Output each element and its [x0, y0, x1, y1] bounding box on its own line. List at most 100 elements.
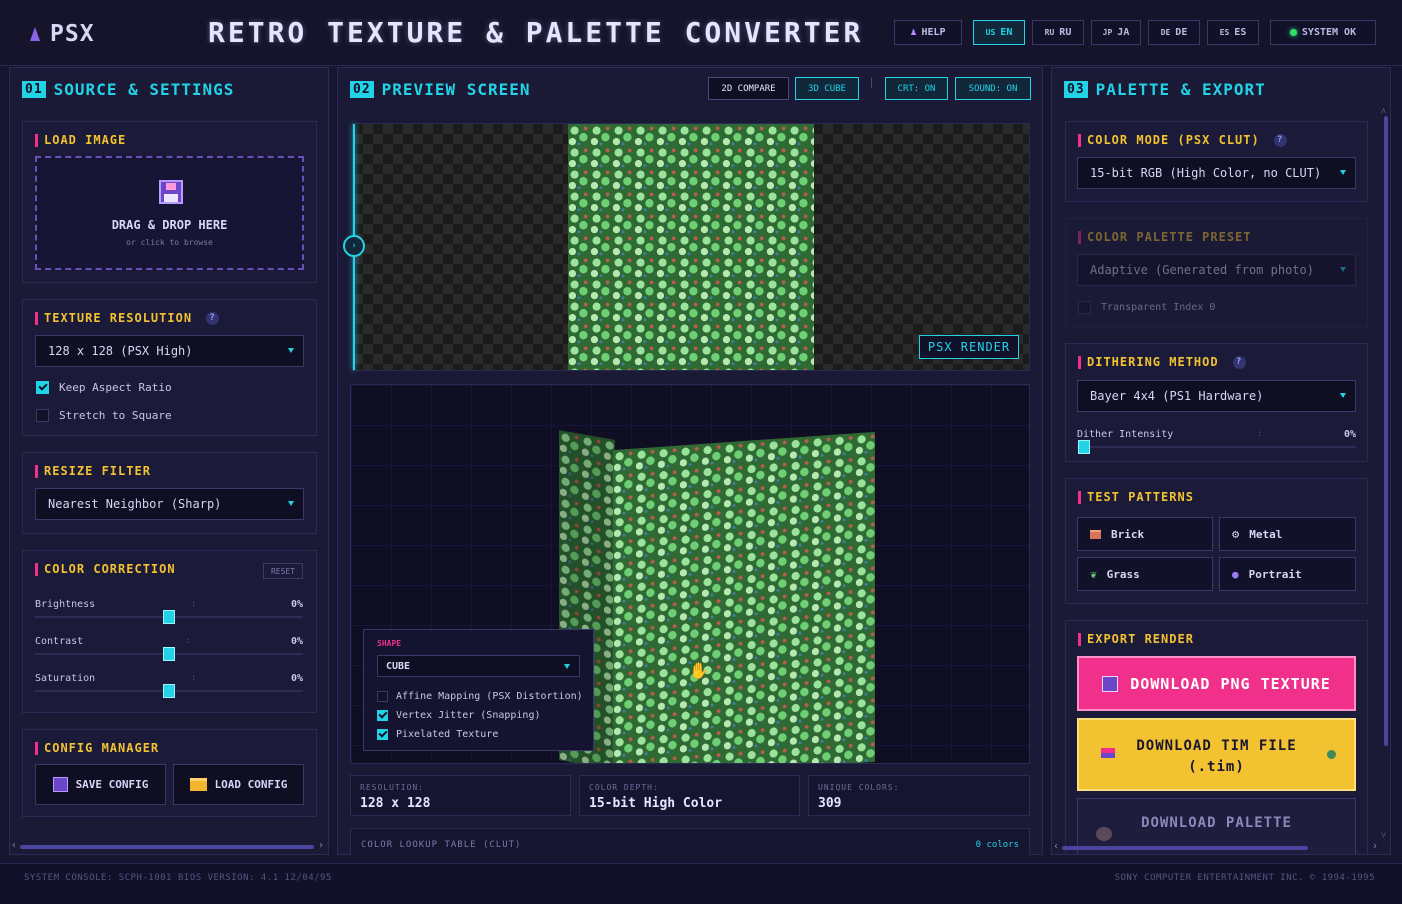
help-button[interactable]: ♟ HELP	[894, 20, 962, 45]
reset-button[interactable]: RESET	[263, 563, 303, 579]
chevron-down-icon	[1340, 393, 1346, 398]
floppy-icon	[1102, 675, 1119, 692]
floppy-icon	[52, 777, 68, 792]
affine-mapping-checkbox[interactable]: Affine Mapping (PSX Distortion)	[377, 691, 583, 702]
coin-icon	[1327, 750, 1336, 759]
floppy-icon	[159, 180, 183, 204]
help-question-icon[interactable]: ?	[1232, 355, 1246, 369]
drop-text: DRAG & DROP HERE	[111, 218, 228, 232]
save-config-button[interactable]: SAVE CONFIG	[35, 764, 166, 805]
crt-toggle-button[interactable]: CRT: ON	[885, 77, 948, 100]
resolution-select[interactable]: 128 x 128 (PSX High)	[35, 335, 304, 367]
logo-triangle-icon	[30, 27, 40, 41]
gear-icon: ⚙	[1232, 527, 1240, 541]
scroll-right-icon[interactable]: ›	[318, 840, 324, 851]
app-title: RETRO TEXTURE & PALETTE CONVERTER	[208, 16, 864, 49]
chevron-down-icon	[288, 348, 294, 353]
psx-render-label: PSX RENDER	[919, 335, 1019, 359]
test-patterns-title: TEST PATTERNS	[1078, 490, 1194, 504]
mode-3d-cube-button[interactable]: 3D CUBE	[795, 77, 859, 100]
config-manager-title: CONFIG MANAGER	[35, 741, 159, 755]
info-unique-colors: UNIQUE COLORS: 309	[808, 775, 1030, 816]
cube-face-front	[613, 431, 875, 763]
cursor-hand-icon: ✋	[689, 661, 709, 680]
config-manager-card: CONFIG MANAGER SAVE CONFIG LOAD CONFIG	[22, 729, 317, 817]
slider-thumb[interactable]	[163, 684, 175, 698]
palette-preset-select[interactable]: Adaptive (Generated from photo)	[1077, 254, 1356, 286]
slider-thumb[interactable]	[163, 610, 175, 624]
clut-count: 0 colors	[975, 840, 1019, 850]
3d-viewport[interactable]: ✋ SHAPE CUBE Affine Mapping (PSX Distort…	[350, 384, 1030, 764]
checkbox-checked-icon	[377, 729, 388, 740]
lang-ja-button[interactable]: JP JA	[1091, 20, 1141, 45]
brightness-slider[interactable]: Brightness : 0%	[35, 599, 303, 629]
info-color-depth: COLOR DEPTH: 15-bit High Color	[579, 775, 800, 816]
joystick-icon: ♟	[910, 27, 917, 38]
logo-text: PSX	[50, 21, 95, 47]
scroll-up-icon[interactable]: ˄	[1381, 106, 1386, 117]
pixelated-texture-checkbox[interactable]: Pixelated Texture	[377, 729, 498, 740]
dithering-card: DITHERING METHOD? Bayer 4x4 (PS1 Hardwar…	[1065, 343, 1368, 462]
resize-filter-select[interactable]: Nearest Neighbor (Sharp)	[35, 488, 304, 520]
stretch-square-checkbox[interactable]: Stretch to Square	[36, 409, 172, 422]
scroll-down-icon[interactable]: ˅	[1381, 830, 1386, 841]
lang-de-button[interactable]: DE DE	[1148, 20, 1200, 45]
preview-panel: 02 PREVIEW SCREEN 2D COMPARE 3D CUBE CRT…	[337, 67, 1043, 855]
lang-en-button[interactable]: US EN	[973, 20, 1025, 45]
checkbox-checked-icon	[377, 710, 388, 721]
system-status: SYSTEM OK	[1270, 20, 1376, 45]
color-correction-title: COLOR CORRECTION	[35, 562, 176, 576]
sound-toggle-button[interactable]: SOUND: ON	[955, 77, 1031, 100]
pattern-metal-button[interactable]: ⚙ Metal	[1219, 517, 1356, 551]
pattern-grass-button[interactable]: ❦ Grass	[1077, 557, 1213, 591]
transparent-index-checkbox[interactable]: Transparent Index 0	[1078, 301, 1215, 314]
compare-view[interactable]: › PSX RENDER	[343, 123, 1030, 371]
keep-aspect-checkbox[interactable]: Keep Aspect Ratio	[36, 381, 172, 394]
mode-2d-compare-button[interactable]: 2D COMPARE	[708, 77, 789, 100]
drop-zone[interactable]: DRAG & DROP HERE or click to browse	[35, 156, 304, 270]
clut-section: COLOR LOOKUP TABLE (CLUT) 0 colors	[350, 828, 1030, 855]
folder-icon	[189, 778, 207, 791]
slider-thumb[interactable]	[1078, 440, 1090, 454]
contrast-slider[interactable]: Contrast : 0%	[35, 636, 303, 666]
chevron-down-icon	[1340, 267, 1346, 272]
pattern-portrait-button[interactable]: ● Portrait	[1219, 557, 1356, 591]
lang-es-button[interactable]: ES ES	[1207, 20, 1259, 45]
chevron-down-icon	[564, 664, 570, 669]
lang-ru-button[interactable]: RU RU	[1032, 20, 1084, 45]
scroll-right-icon[interactable]: ›	[1372, 841, 1378, 852]
checkbox-empty-icon	[36, 409, 49, 422]
load-image-title: LOAD IMAGE	[35, 133, 126, 147]
browse-text: or click to browse	[126, 238, 213, 247]
slider-track	[1077, 446, 1356, 448]
color-correction-card: COLOR CORRECTION RESET Brightness : 0% C…	[22, 550, 317, 713]
vertex-jitter-checkbox[interactable]: Vertex Jitter (Snapping)	[377, 710, 541, 721]
download-tim-button[interactable]: DOWNLOAD TIM FILE (.tim)	[1077, 718, 1356, 791]
leaf-icon: ❦	[1090, 567, 1097, 581]
checkbox-empty-icon	[377, 691, 388, 702]
slider-thumb[interactable]	[163, 647, 175, 661]
help-question-icon[interactable]: ?	[206, 311, 220, 325]
scroll-left-icon[interactable]: ‹	[11, 840, 17, 851]
dithering-select[interactable]: Bayer 4x4 (PS1 Hardware)	[1077, 380, 1356, 412]
download-png-button[interactable]: DOWNLOAD PNG TEXTURE	[1077, 656, 1356, 711]
horizontal-scrollbar[interactable]	[20, 845, 314, 849]
shape-select[interactable]: CUBE	[377, 655, 580, 677]
resize-filter-card: RESIZE FILTER Nearest Neighbor (Sharp)	[22, 452, 317, 534]
color-mode-select[interactable]: 15-bit RGB (High Color, no CLUT)	[1077, 157, 1356, 189]
vertical-scrollbar[interactable]	[1384, 116, 1388, 746]
logo: PSX	[30, 20, 95, 48]
compare-handle-icon[interactable]: ›	[343, 235, 365, 257]
saturation-slider[interactable]: Saturation : 0%	[35, 673, 303, 703]
help-question-icon[interactable]: ?	[1273, 133, 1287, 147]
test-patterns-card: TEST PATTERNS Brick ⚙ Metal ❦ Grass ● Po…	[1065, 478, 1368, 604]
status-dot-icon	[1289, 29, 1297, 36]
load-config-button[interactable]: LOAD CONFIG	[173, 764, 304, 805]
load-image-card: LOAD IMAGE DRAG & DROP HERE or click to …	[22, 121, 317, 283]
pattern-brick-button[interactable]: Brick	[1077, 517, 1213, 551]
scroll-left-icon[interactable]: ‹	[1053, 841, 1059, 852]
horizontal-scrollbar[interactable]	[1062, 846, 1308, 850]
export-title: EXPORT RENDER	[1078, 632, 1194, 646]
dither-intensity-slider[interactable]: Dither Intensity : 0%	[1077, 429, 1356, 459]
texture-resolution-title: TEXTURE RESOLUTION?	[35, 311, 220, 325]
